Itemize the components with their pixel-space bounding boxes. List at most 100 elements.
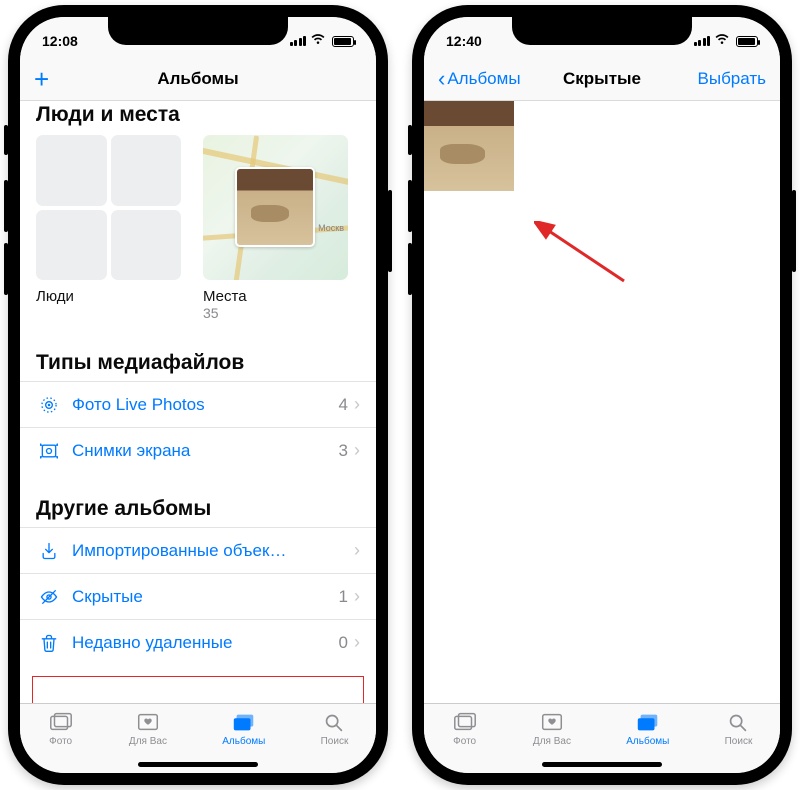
tab-for-you[interactable]: Для Вас	[533, 710, 571, 747]
cards-row: Люди Москв Места 35	[20, 127, 376, 327]
albums-tab-icon	[231, 710, 257, 734]
tab-albums[interactable]: Альбомы	[626, 710, 669, 747]
photos-tab-icon	[48, 710, 74, 734]
power-button	[792, 190, 796, 272]
row-imported[interactable]: Импортированные объек… ›	[20, 527, 376, 573]
tab-search[interactable]: Поиск	[321, 710, 349, 747]
select-button[interactable]: Выбрать	[698, 69, 766, 89]
cellular-signal-icon	[694, 36, 711, 46]
wifi-icon	[714, 33, 730, 49]
tab-label: Альбомы	[626, 736, 669, 747]
tab-search[interactable]: Поиск	[725, 710, 753, 747]
mute-switch	[408, 125, 412, 155]
screen: 12:08 + Альбомы Люди и места Л	[20, 17, 376, 773]
for-you-tab-icon	[135, 710, 161, 734]
home-indicator[interactable]	[138, 762, 258, 767]
battery-icon	[332, 36, 354, 47]
tab-label: Поиск	[725, 736, 753, 747]
content-area[interactable]	[424, 101, 780, 703]
row-label: Скрытые	[72, 587, 339, 607]
content-area[interactable]: Люди и места Люди Москв	[20, 101, 376, 703]
cellular-signal-icon	[290, 36, 307, 46]
people-card[interactable]: Люди	[36, 135, 181, 321]
tab-photos[interactable]: Фото	[452, 710, 478, 747]
tab-label: Альбомы	[222, 736, 265, 747]
wifi-icon	[310, 33, 326, 49]
screenshots-icon	[36, 441, 62, 461]
nav-title: Альбомы	[157, 69, 238, 89]
tab-photos[interactable]: Фото	[48, 710, 74, 747]
albums-tab-icon	[635, 710, 661, 734]
tab-label: Поиск	[321, 736, 349, 747]
status-icons	[290, 33, 355, 49]
nav-title: Скрытые	[563, 69, 641, 89]
volume-up	[4, 180, 8, 232]
section-people-places-title: Люди и места	[20, 101, 376, 127]
row-label: Недавно удаленные	[72, 633, 339, 653]
row-count: 1	[339, 587, 348, 607]
row-count: 4	[339, 395, 348, 415]
chevron-right-icon: ›	[354, 440, 360, 461]
status-time: 12:40	[446, 33, 482, 49]
select-label: Выбрать	[698, 69, 766, 89]
notch	[512, 17, 692, 45]
row-hidden[interactable]: Скрытые 1 ›	[20, 573, 376, 619]
map-city-label: Москв	[318, 223, 344, 233]
back-button[interactable]: ‹ Альбомы	[438, 68, 521, 90]
tab-label: Для Вас	[129, 736, 167, 747]
annotation-highlight	[32, 676, 364, 703]
trash-icon	[36, 633, 62, 653]
places-card[interactable]: Москв Места 35	[203, 135, 348, 321]
tab-label: Фото	[453, 736, 476, 747]
photos-tab-icon	[452, 710, 478, 734]
for-you-tab-icon	[539, 710, 565, 734]
add-button[interactable]: +	[34, 66, 74, 92]
row-count: 0	[339, 633, 348, 653]
volume-down	[4, 243, 8, 295]
annotation-arrow	[534, 221, 634, 291]
media-types-title: Типы медиафайлов	[20, 327, 376, 381]
chevron-right-icon: ›	[354, 632, 360, 653]
tab-label: Для Вас	[533, 736, 571, 747]
row-label: Импортированные объек…	[72, 541, 354, 561]
import-icon	[36, 541, 62, 561]
status-icons	[694, 33, 759, 49]
photo-grid	[424, 101, 780, 191]
chevron-left-icon: ‹	[438, 68, 445, 90]
search-tab-icon	[725, 710, 751, 734]
tab-for-you[interactable]: Для Вас	[129, 710, 167, 747]
phone-right: 12:40 ‹ Альбомы Скрытые Выбрать	[412, 5, 792, 785]
tab-label: Фото	[49, 736, 72, 747]
volume-down	[408, 243, 412, 295]
live-photos-icon	[36, 395, 62, 415]
row-live-photos[interactable]: Фото Live Photos 4 ›	[20, 381, 376, 427]
volume-up	[408, 180, 412, 232]
row-screenshots[interactable]: Снимки экрана 3 ›	[20, 427, 376, 473]
chevron-right-icon: ›	[354, 540, 360, 561]
nav-bar: + Альбомы	[20, 57, 376, 101]
nav-bar: ‹ Альбомы Скрытые Выбрать	[424, 57, 780, 101]
map-inset-photo	[235, 167, 315, 247]
hidden-photo-thumb[interactable]	[424, 101, 514, 191]
mute-switch	[4, 125, 8, 155]
power-button	[388, 190, 392, 272]
status-time: 12:08	[42, 33, 78, 49]
people-grid	[36, 135, 181, 280]
row-label: Снимки экрана	[72, 441, 339, 461]
phone-left: 12:08 + Альбомы Люди и места Л	[8, 5, 388, 785]
chevron-right-icon: ›	[354, 394, 360, 415]
places-card-label: Места	[203, 288, 348, 305]
other-albums-title: Другие альбомы	[20, 473, 376, 527]
notch	[108, 17, 288, 45]
back-label: Альбомы	[447, 69, 520, 89]
home-indicator[interactable]	[542, 762, 662, 767]
chevron-right-icon: ›	[354, 586, 360, 607]
row-label: Фото Live Photos	[72, 395, 339, 415]
tab-albums[interactable]: Альбомы	[222, 710, 265, 747]
places-card-count: 35	[203, 305, 348, 321]
search-tab-icon	[321, 710, 347, 734]
battery-icon	[736, 36, 758, 47]
row-recently-deleted[interactable]: Недавно удаленные 0 ›	[20, 619, 376, 665]
screen: 12:40 ‹ Альбомы Скрытые Выбрать	[424, 17, 780, 773]
hidden-icon	[36, 587, 62, 607]
